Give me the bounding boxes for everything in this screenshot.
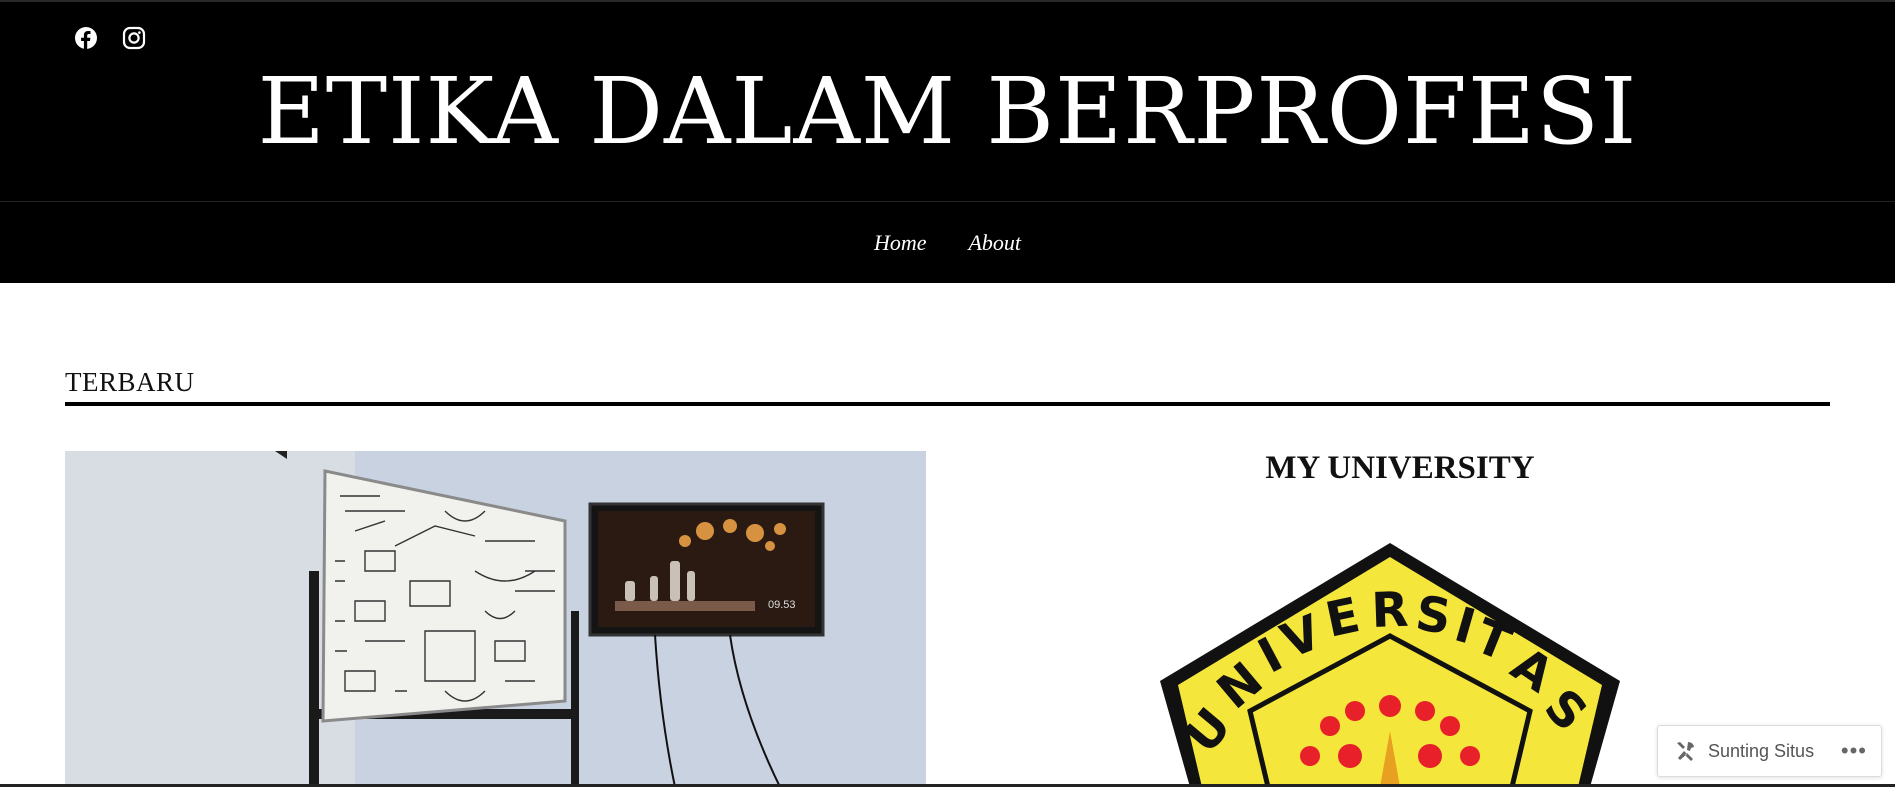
section-title: TERBARU — [65, 367, 195, 397]
svg-text:R: R — [1370, 582, 1409, 639]
nav-item-home[interactable]: Home — [874, 230, 927, 256]
facebook-icon[interactable] — [74, 26, 98, 50]
nav-item-about[interactable]: About — [968, 230, 1021, 256]
instagram-icon[interactable] — [122, 26, 146, 50]
edit-site-button[interactable]: Sunting Situs — [1708, 741, 1814, 762]
edit-site-toolbar: Sunting Situs ••• — [1657, 725, 1882, 777]
tools-icon[interactable] — [1674, 739, 1698, 763]
tv-time: 09.53 — [768, 599, 796, 611]
university-logo: U N I V E R S I T A S — [1100, 541, 1680, 787]
main-nav: Home About — [0, 202, 1895, 283]
widget-title: MY UNIVERSITY — [1265, 450, 1535, 486]
site-title[interactable]: ETIKA DALAM BERPROFESI — [0, 56, 1895, 168]
social-links — [74, 26, 146, 50]
more-dots-icon[interactable]: ••• — [1841, 738, 1867, 764]
site-header: ETIKA DALAM BERPROFESI — [0, 0, 1895, 202]
section-divider — [65, 402, 1830, 406]
featured-post-image[interactable]: 09.53 — [65, 451, 926, 787]
